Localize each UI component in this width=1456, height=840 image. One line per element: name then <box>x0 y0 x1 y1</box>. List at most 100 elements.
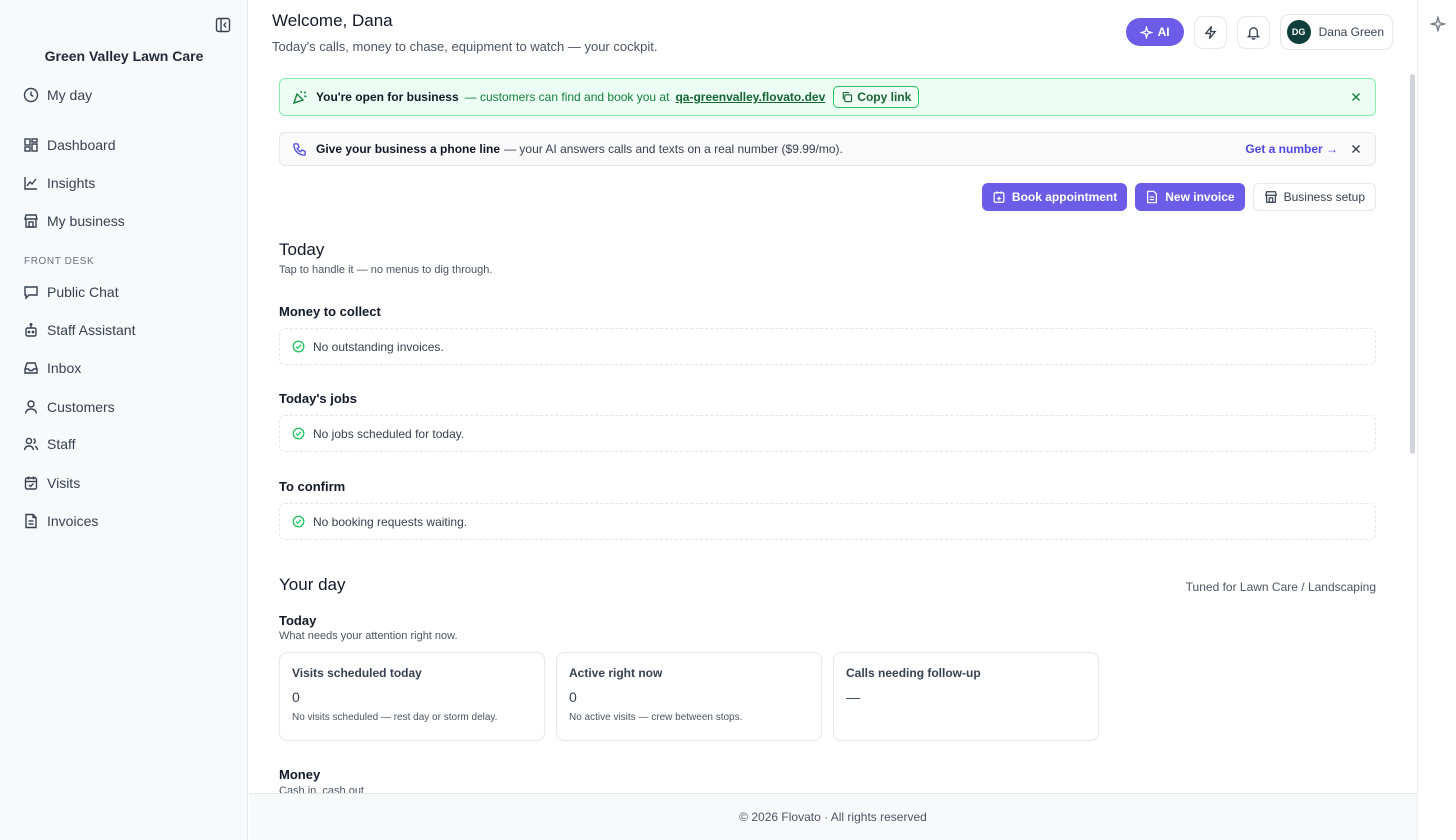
business-setup-button[interactable]: Business setup <box>1252 183 1376 211</box>
close-icon[interactable] <box>1349 90 1363 104</box>
sidebar-item-staff-assistant[interactable]: Staff Assistant <box>23 319 135 341</box>
sidebar-item-label: My business <box>47 213 125 229</box>
card-value: 0 <box>292 689 300 705</box>
stat-card-active[interactable]: Active right now 0 No active visits — cr… <box>556 652 822 741</box>
bell-icon <box>1246 26 1260 40</box>
todays-jobs-heading: Today's jobs <box>279 391 357 406</box>
store-icon <box>24 214 38 228</box>
today-subtitle: Tap to handle it — no menus to dig throu… <box>279 264 493 276</box>
sidebar-item-invoices[interactable]: Invoices <box>23 510 98 532</box>
sidebar-item-label: Dashboard <box>47 137 116 153</box>
sidebar-item-label: Public Chat <box>47 284 119 300</box>
bot-icon <box>25 323 37 337</box>
money-to-collect-empty: No outstanding invoices. <box>279 328 1376 365</box>
clock-icon <box>23 87 39 103</box>
brand-name: Green Valley Lawn Care <box>44 48 204 64</box>
your-day-today-subtitle: What needs your attention right now. <box>279 630 458 642</box>
stat-card-visits[interactable]: Visits scheduled today 0 No visits sched… <box>279 652 545 741</box>
today-heading: Today <box>279 240 325 259</box>
sidebar-item-my-day[interactable]: My day <box>23 84 92 106</box>
sidebar-item-insights[interactable]: Insights <box>23 172 95 194</box>
sidebar-item-inbox[interactable]: Inbox <box>23 357 81 379</box>
sidebar-item-label: Staff <box>47 436 76 452</box>
sidebar-item-visits[interactable]: Visits <box>23 472 80 494</box>
copy-icon <box>842 91 853 103</box>
to-confirm-empty: No booking requests waiting. <box>279 503 1376 540</box>
phone-line-banner: Give your business a phone line — your A… <box>279 132 1376 166</box>
sidebar-item-label: Customers <box>47 399 115 415</box>
banner-open-strong: You're open for business <box>316 90 459 104</box>
card-note: No visits scheduled — rest day or storm … <box>292 712 498 723</box>
card-note: No active visits — crew between stops. <box>569 712 743 723</box>
tuned-label: Tuned for Lawn Care / Landscaping <box>1185 580 1376 594</box>
card-title: Calls needing follow-up <box>846 666 981 680</box>
banner-phone-text: — your AI answers calls and texts on a r… <box>504 142 843 156</box>
page-title: Welcome, Dana <box>272 11 393 30</box>
store-icon <box>1264 191 1277 203</box>
footer: © 2026 Flovato · All rights reserved <box>249 793 1417 840</box>
notifications-button[interactable] <box>1236 15 1270 49</box>
avatar: DG <box>1286 20 1311 44</box>
chat-icon <box>24 286 38 300</box>
ai-button-label: AI <box>1157 25 1170 39</box>
scrollbar-thumb[interactable] <box>1410 74 1415 454</box>
open-for-business-banner: You're open for business — customers can… <box>279 78 1376 116</box>
party-popper-icon <box>292 90 307 105</box>
page-subtitle: Today's calls, money to chase, equipment… <box>272 39 658 54</box>
calendar-plus-icon <box>993 191 1005 203</box>
sidebar-item-staff[interactable]: Staff <box>23 433 76 455</box>
business-setup-label: Business setup <box>1283 190 1365 204</box>
check-circle-icon <box>292 427 305 440</box>
check-circle-icon <box>292 340 305 353</box>
chart-line-icon <box>24 177 37 190</box>
card-value: 0 <box>569 689 577 705</box>
sidebar-item-label: Staff Assistant <box>47 322 136 338</box>
empty-text: No booking requests waiting. <box>313 514 468 529</box>
main-content: Welcome, Dana Today's calls, money to ch… <box>249 0 1417 840</box>
book-appointment-label: Book appointment <box>1011 190 1118 204</box>
users-icon <box>23 437 39 451</box>
user-menu-button[interactable]: DG Dana Green <box>1279 14 1393 50</box>
sidebar-collapse-icon[interactable] <box>215 17 231 33</box>
booking-link[interactable]: qa-greenvalley.flovato.dev <box>675 90 825 104</box>
copy-link-label: Copy link <box>857 90 912 104</box>
stat-card-calls[interactable]: Calls needing follow-up — <box>833 652 1099 741</box>
file-icon <box>1147 190 1158 204</box>
sparkle-icon[interactable] <box>1430 16 1446 32</box>
header-actions: AI DG Dana Green <box>1125 14 1393 50</box>
phone-icon <box>293 142 306 156</box>
your-day-heading: Your day <box>279 575 346 594</box>
new-invoice-button[interactable]: New invoice <box>1135 183 1245 211</box>
sidebar: Green Valley Lawn Care My day Dashboard … <box>0 0 248 840</box>
ai-button[interactable]: AI <box>1125 18 1184 46</box>
dashboard-icon <box>24 138 38 152</box>
sidebar-item-dashboard[interactable]: Dashboard <box>23 134 116 156</box>
get-number-link[interactable]: Get a number → <box>1245 142 1338 156</box>
sidebar-item-label: Visits <box>47 475 81 491</box>
user-icon <box>24 400 38 414</box>
inbox-icon <box>24 362 38 374</box>
card-title: Active right now <box>569 666 663 680</box>
copy-link-button[interactable]: Copy link <box>833 86 920 108</box>
banner-open-text: — customers can find and book you at <box>464 90 670 104</box>
todays-jobs-empty: No jobs scheduled for today. <box>279 415 1376 452</box>
lightning-icon <box>1204 25 1217 39</box>
footer-text: © 2026 Flovato · All rights reserved <box>739 810 927 824</box>
sidebar-item-public-chat[interactable]: Public Chat <box>23 281 119 303</box>
close-icon[interactable] <box>1349 142 1363 156</box>
money-to-collect-heading: Money to collect <box>279 304 381 319</box>
quick-actions-button[interactable] <box>1193 15 1227 49</box>
banner-phone-strong: Give your business a phone line <box>316 142 501 156</box>
sidebar-item-customers[interactable]: Customers <box>23 396 115 418</box>
sidebar-item-my-business[interactable]: My business <box>23 210 125 232</box>
scrollbar[interactable] <box>1409 66 1415 790</box>
sidebar-item-label: My day <box>47 87 93 103</box>
card-value: — <box>846 689 860 705</box>
empty-text: No outstanding invoices. <box>313 339 444 354</box>
book-appointment-button[interactable]: Book appointment <box>981 183 1128 211</box>
nav-section-front-desk: FRONT DESK <box>24 256 95 267</box>
sparkle-icon <box>1139 25 1153 39</box>
sidebar-item-label: Inbox <box>47 360 82 376</box>
user-name: Dana Green <box>1318 25 1384 39</box>
check-circle-icon <box>292 515 305 528</box>
